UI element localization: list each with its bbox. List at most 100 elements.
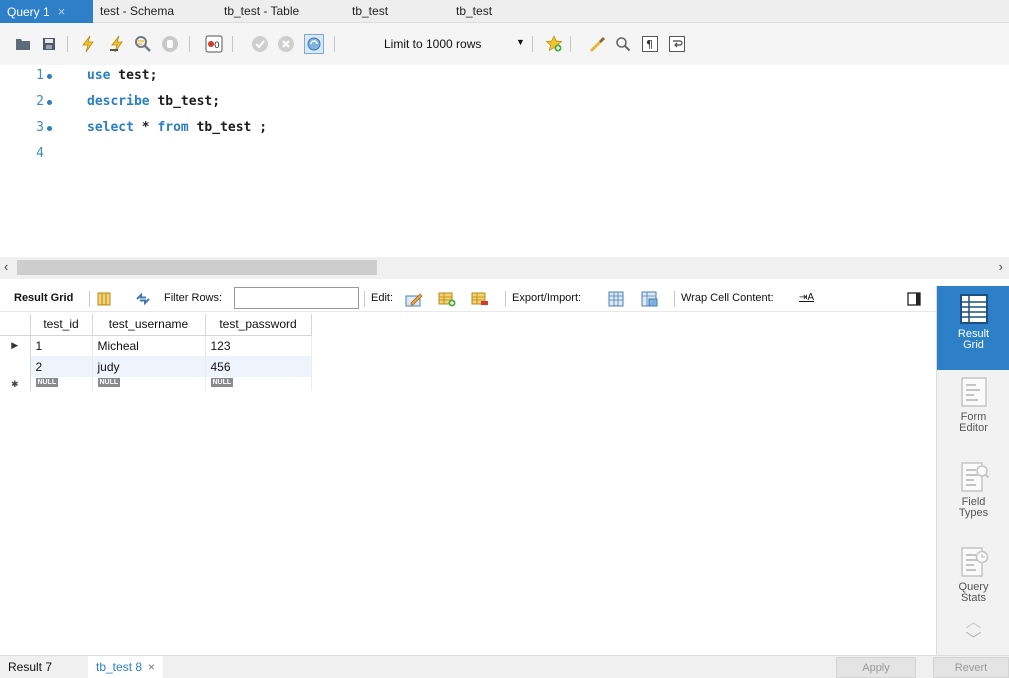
query-stats-view-button[interactable]: Query Stats — [937, 546, 1009, 616]
form-editor-view-label: Form Editor — [959, 411, 988, 434]
stop-icon[interactable] — [160, 34, 180, 54]
execute-icon[interactable] — [78, 34, 98, 54]
toggle-panel-icon[interactable] — [905, 290, 923, 308]
table-cell[interactable]: NULL — [92, 377, 206, 391]
table-cell[interactable]: NULL — [30, 377, 93, 391]
table-cell[interactable]: 456 — [205, 356, 312, 377]
table-row[interactable]: 2 judy 456 — [0, 356, 312, 377]
field-types-view-button[interactable]: Field Types — [937, 461, 1009, 541]
code-line[interactable]: 4 — [0, 143, 1009, 165]
row-header-corner — [0, 314, 31, 336]
grid-header-row: test_id test_username test_password — [0, 314, 312, 336]
export-icon[interactable] — [608, 290, 626, 308]
grid-layout-icon[interactable] — [95, 290, 113, 308]
result-grid-view-label: Result Grid — [957, 328, 990, 351]
row-header — [0, 356, 31, 377]
code-text: select * from tb_test ; — [87, 120, 268, 135]
statement-marker-icon — [47, 126, 52, 131]
table-cell[interactable]: judy — [92, 356, 206, 377]
tab-tb-test-8[interactable]: tb_test 8 × — [88, 656, 164, 678]
tab-label: Query 1 — [7, 5, 50, 19]
tab-label: tb_test - Table — [224, 4, 300, 18]
tab-test-schema[interactable]: test - Schema — [100, 0, 174, 23]
query-tab-bar: Query 1 × test - Schema tb_test - Table t… — [0, 0, 1009, 23]
explain-icon[interactable] — [133, 34, 153, 54]
apply-button[interactable]: Apply — [836, 657, 916, 678]
rollback-icon[interactable] — [276, 34, 296, 54]
form-editor-view-button[interactable]: Form Editor — [937, 376, 1009, 456]
field-types-view-label: Field Types — [958, 496, 989, 519]
filter-rows-input[interactable] — [234, 287, 359, 309]
code-line[interactable]: 3 select * from tb_test ; — [0, 117, 1009, 139]
result-grid-label[interactable]: Result Grid — [14, 292, 73, 304]
column-header-test-username[interactable]: test_username — [92, 314, 206, 336]
tab-result-7[interactable]: Result 7 — [0, 656, 60, 678]
execute-current-icon[interactable] — [107, 34, 127, 54]
editor-horizontal-scrollbar[interactable]: ‹ › — [0, 257, 1009, 279]
column-header-test-id[interactable]: test_id — [30, 314, 93, 336]
commit-icon[interactable] — [250, 34, 270, 54]
beautify-icon[interactable] — [587, 34, 607, 54]
import-icon[interactable] — [641, 290, 659, 308]
revert-button[interactable]: Revert — [933, 657, 1009, 678]
table-cell[interactable]: 123 — [205, 335, 312, 356]
table-row[interactable]: ▶ 1 Micheal 123 — [0, 335, 312, 356]
scrollbar-thumb[interactable] — [17, 260, 377, 275]
scroll-left-icon[interactable]: ‹ — [4, 259, 8, 274]
invisible-chars-icon[interactable]: ¶ — [640, 34, 660, 54]
query-stats-view-label: Query Stats — [958, 581, 989, 604]
chevron-down-icon[interactable]: ▼ — [516, 37, 525, 47]
svg-text:0: 0 — [214, 41, 220, 51]
result-toolbar: Result Grid Filter Rows: Edit: Export/Im… — [0, 286, 936, 312]
filter-rows-label: Filter Rows: — [164, 292, 223, 304]
scroll-right-icon[interactable]: › — [999, 259, 1003, 274]
form-editor-icon — [960, 377, 987, 407]
tab-label: test - Schema — [100, 4, 175, 18]
table-cell[interactable]: NULL — [205, 377, 312, 391]
tab-query-1[interactable]: Query 1 × — [0, 0, 93, 23]
insert-row-icon[interactable] — [438, 290, 456, 308]
export-import-label: Export/Import: — [512, 292, 582, 304]
tab-tb-test[interactable]: tb_test — [352, 0, 388, 23]
refresh-icon[interactable] — [134, 290, 152, 308]
current-row-marker-icon: ▶ — [0, 335, 31, 356]
code-text: describe tb_test; — [87, 94, 221, 109]
line-number: 2 — [36, 94, 44, 109]
autocommit-icon[interactable] — [304, 34, 324, 54]
chevron-down-icon[interactable]: ﹀ — [937, 626, 1009, 650]
table-cell[interactable]: Micheal — [92, 335, 206, 356]
result-side-panel: Result Grid Form Editor Field Types Quer… — [936, 286, 1009, 655]
limit-rows-select[interactable]: Limit to 1000 rows — [384, 37, 481, 51]
table-cell[interactable]: 1 — [30, 335, 93, 356]
query-stats-icon — [960, 547, 988, 577]
column-header-test-password[interactable]: test_password — [205, 314, 312, 336]
close-icon[interactable]: × — [58, 4, 66, 19]
edit-cell-icon[interactable] — [405, 290, 423, 308]
delete-row-icon[interactable] — [471, 290, 489, 308]
wrap-icon[interactable] — [667, 34, 687, 54]
toggle-error-icon[interactable]: 0 — [204, 34, 224, 54]
code-text: use test; — [87, 68, 158, 83]
result-grid-view-button[interactable]: Result Grid — [937, 286, 1009, 370]
sql-editor[interactable]: 1 use test; 2 describe tb_test; 3 select… — [0, 65, 1009, 257]
new-row[interactable]: ✱ NULL NULL NULL — [0, 377, 312, 391]
close-icon[interactable]: × — [148, 660, 155, 674]
folder-open-icon[interactable] — [13, 34, 33, 54]
find-icon[interactable] — [613, 34, 633, 54]
table-cell[interactable]: 2 — [30, 356, 93, 377]
tab-label: Result 7 — [8, 660, 53, 674]
result-tabs-bar: Result 7 tb_test 8 × Apply Revert — [0, 655, 1009, 678]
add-snippet-icon[interactable] — [544, 34, 564, 54]
field-types-icon — [960, 462, 989, 492]
wrap-cell-label: Wrap Cell Content: — [681, 292, 774, 304]
wrap-cell-icon[interactable]: ⇥A — [799, 292, 814, 303]
tab-tb-test-table[interactable]: tb_test - Table — [224, 0, 299, 23]
tab-label: tb_test 8 — [96, 660, 143, 674]
code-line[interactable]: 1 use test; — [0, 65, 1009, 87]
null-badge: NULL — [35, 378, 59, 387]
save-icon[interactable] — [39, 34, 59, 54]
result-grid[interactable]: test_id test_username test_password ▶ 1 … — [0, 314, 312, 391]
tab-tb-test-2[interactable]: tb_test — [456, 0, 492, 23]
code-line[interactable]: 2 describe tb_test; — [0, 91, 1009, 113]
tab-label: tb_test — [456, 4, 493, 18]
